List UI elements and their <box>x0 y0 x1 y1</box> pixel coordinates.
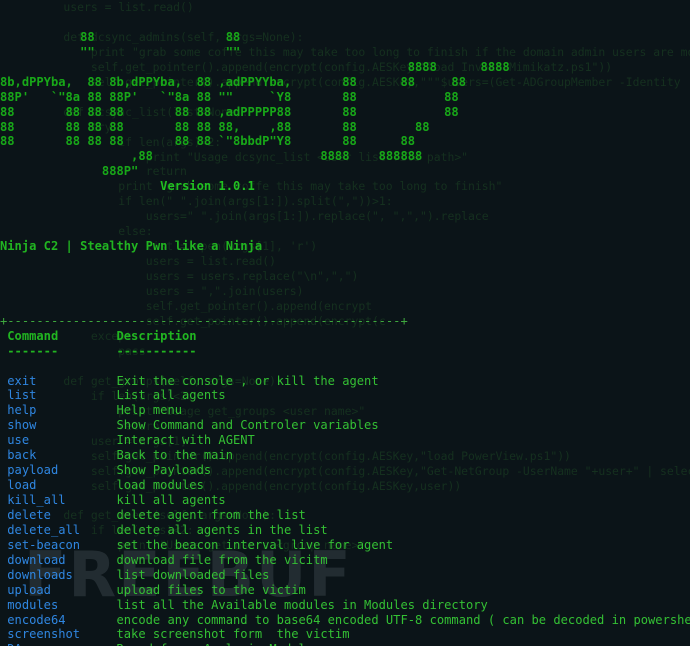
banner-art-line: 88 88 88 88 88 88 ,adPPPPP88 88 88 <box>0 105 690 120</box>
table-row: delete_all delete all agents in the list <box>0 523 690 538</box>
table-row: delete delete agent from the list <box>0 508 690 523</box>
command-name-download[interactable]: download <box>0 553 117 567</box>
command-description: take screenshot form the victim <box>116 627 350 642</box>
table-row: exit Exit the console , or kill the agen… <box>0 374 690 389</box>
table-row: list List all agents <box>0 388 690 403</box>
command-description: List all agents <box>116 388 226 403</box>
underline-description: ----------- <box>116 343 197 358</box>
table-top-rule-text: +---------------------------------------… <box>0 313 408 328</box>
terminal-window: users = list.read() def dcsync_admins(se… <box>0 0 690 646</box>
command-name-upload[interactable]: upload <box>0 583 117 597</box>
underline-command: ------- <box>0 343 117 358</box>
table-row: help Help menu <box>0 403 690 418</box>
command-description: list all the Available modules in Module… <box>116 597 488 612</box>
banner-art-text: 8888 8888 <box>0 59 510 74</box>
command-description: delete all agents in the list <box>116 522 328 537</box>
table-header-underline: ------- ----------- <box>0 344 690 359</box>
table-row: downloads list downloaded files <box>0 568 690 583</box>
command-name-help[interactable]: help <box>0 403 117 417</box>
table-row: download download file from the vicitm <box>0 553 690 568</box>
banner-art-line: 8888 8888 <box>0 60 690 75</box>
banner-art-text: 88 88 88 88 88 88 ,adPPPPP88 88 88 <box>0 104 459 119</box>
table-row: encode64 encode any command to base64 en… <box>0 613 690 628</box>
tagline-row: Ninja C2 | Stealthy Pwn like a Ninja <box>0 239 690 254</box>
banner-art-text: 88 88 88 88 88 88 88, ,88 88 88 <box>0 119 430 134</box>
table-row: use Interact with AGENT <box>0 433 690 448</box>
table-header-row: Command Description <box>0 329 690 344</box>
table-row: screenshot take screenshot form the vict… <box>0 627 690 642</box>
banner-art-line: 88 88 88 88 88 88 88, ,88 88 88 <box>0 120 690 135</box>
banner-art-line: "" "" <box>0 45 690 60</box>
banner-art-line: 8b,dPPYba, 88 8b,dPPYba, 88 ,adPPYYba, 8… <box>0 75 690 90</box>
command-name-load[interactable]: load <box>0 478 117 492</box>
table-row: modules list all the Available modules i… <box>0 598 690 613</box>
command-help-table: +---------------------------------------… <box>0 314 690 646</box>
version-label: Version 1.0.1 <box>0 179 255 194</box>
banner-art-text: 88P' `"8a 88 88P' `"8a 88 "" `Y8 88 88 <box>0 89 459 104</box>
table-row: kill_all kill all agents <box>0 493 690 508</box>
tagline-text: Ninja C2 | Stealthy Pwn like a Ninja <box>0 239 263 254</box>
command-description: Exit the console , or kill the agent <box>116 373 379 388</box>
command-description: delete agent from the list <box>116 507 306 522</box>
banner-art-text: 88 88 88 88 88 88 `"8bbdP"Y8 88 88 <box>0 134 416 149</box>
command-description: Back to the main <box>116 448 234 463</box>
command-description: Show Command and Controler variables <box>116 418 379 433</box>
command-name-payload[interactable]: payload <box>0 463 117 477</box>
command-name-screenshot[interactable]: screenshot <box>0 627 117 641</box>
banner-art-text: 88 88 <box>0 29 241 44</box>
column-header-command: Command <box>0 328 117 343</box>
command-name-use[interactable]: use <box>0 433 117 447</box>
command-description: Help menu <box>116 403 183 418</box>
banner-art-line: 888P" <box>0 164 690 179</box>
command-description: list downloaded files <box>116 567 270 582</box>
command-name-encode64[interactable]: encode64 <box>0 613 117 627</box>
command-description: Interact with AGENT <box>116 433 255 448</box>
command-description: load modules <box>116 478 204 493</box>
command-name-kill-all[interactable]: kill_all <box>0 493 117 507</box>
banner-art-line: ,88 8888 888888 <box>0 149 690 164</box>
command-name-modules[interactable]: modules <box>0 598 117 612</box>
banner-art-text: 8b,dPPYba, 88 8b,dPPYba, 88 ,adPPYYba, 8… <box>0 74 466 89</box>
banner-art-line: 88 88 88 88 88 88 `"8bbdP"Y8 88 88 <box>0 134 690 149</box>
command-description: set the beacon interval live for agent <box>116 537 394 552</box>
command-description: Run defense Analysis Module <box>117 642 314 646</box>
command-description: download file from the vicitm <box>116 552 328 567</box>
banner-art-line: 88P' `"8a 88 88P' `"8a 88 "" `Y8 88 88 <box>0 90 690 105</box>
banner-art-line: 88 88 <box>0 30 690 45</box>
command-name-delete-all[interactable]: delete_all <box>0 523 117 537</box>
column-header-description: Description <box>116 328 197 343</box>
banner-art-text: ,88 8888 888888 <box>0 149 423 164</box>
banner-art-text: "" "" <box>0 44 525 59</box>
table-top-rule: +---------------------------------------… <box>0 314 690 329</box>
command-name-delete[interactable]: delete <box>0 508 117 522</box>
command-description: encode any command to base64 encoded UTF… <box>116 612 690 627</box>
command-name-set-beacon[interactable]: set-beacon <box>0 538 117 552</box>
command-name-DA[interactable]: DA <box>0 642 117 646</box>
table-row: DA Run defense Analysis Module <box>0 642 690 646</box>
ascii-art-banner: 88 88 "" "" 8888 8888 8b,dPPYba, 88 8b,dP… <box>0 30 690 209</box>
command-name-show[interactable]: show <box>0 418 117 432</box>
version-line: Version 1.0.1 <box>0 179 690 194</box>
command-name-list[interactable]: list <box>0 388 117 402</box>
command-name-back[interactable]: back <box>0 448 117 462</box>
terminal-content: 88 88 "" "" 8888 8888 8b,dPPYba, 88 8b,dP… <box>0 0 690 646</box>
command-description: Show Payloads <box>116 463 212 478</box>
table-row: payload Show Payloads <box>0 463 690 478</box>
banner-art-text: 888P" <box>0 164 139 179</box>
table-row: upload upload files to the victim <box>0 583 690 598</box>
table-row: load load modules <box>0 478 690 493</box>
command-description: kill all agents <box>116 493 226 508</box>
table-row: back Back to the main <box>0 448 690 463</box>
tagline-block: Ninja C2 | Stealthy Pwn like a Ninja <box>0 239 690 284</box>
table-row: show Show Command and Controler variable… <box>0 418 690 433</box>
command-name-downloads[interactable]: downloads <box>0 568 117 582</box>
table-row: set-beacon set the beacon interval live … <box>0 538 690 553</box>
command-description: upload files to the victim <box>116 582 306 597</box>
command-name-exit[interactable]: exit <box>0 374 117 388</box>
